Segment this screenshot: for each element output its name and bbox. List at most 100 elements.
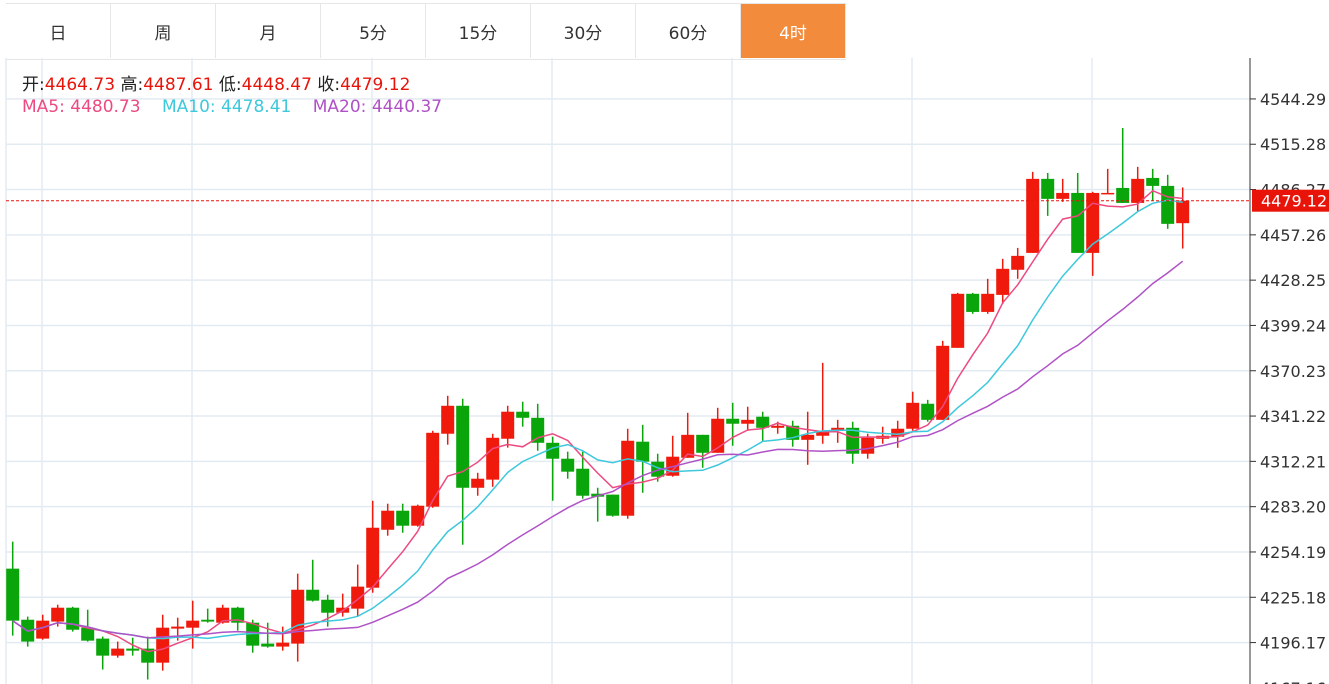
candle xyxy=(396,503,410,533)
candle-body xyxy=(156,627,170,663)
ma5-value: 4480.73 xyxy=(70,97,141,117)
candle xyxy=(1056,178,1070,202)
candle-body xyxy=(1071,192,1085,253)
y-tick-label: 4225.18 xyxy=(1260,588,1326,607)
ohlc-readout: 开:4464.73 高:4487.61 低:4448.47 收:4479.12 xyxy=(22,70,410,95)
candle xyxy=(1116,127,1130,203)
candle xyxy=(1011,247,1025,279)
candle-body xyxy=(1176,200,1190,224)
candle-body xyxy=(66,607,80,630)
candle-body xyxy=(906,402,920,429)
candle-body xyxy=(516,411,530,418)
candle-body xyxy=(561,458,575,472)
candle xyxy=(936,340,950,420)
candle xyxy=(981,278,995,314)
candle-body xyxy=(996,268,1010,295)
candle-body xyxy=(51,607,65,622)
ma-readout: MA5: 4480.73 MA10: 4478.41 MA20: 4440.37 xyxy=(22,97,442,117)
candle-body xyxy=(381,510,395,530)
candle-body xyxy=(741,419,755,424)
last-price-label: 4479.12 xyxy=(1261,192,1327,211)
candle xyxy=(531,403,545,451)
candle xyxy=(516,401,530,427)
candle-body xyxy=(186,620,200,628)
candle xyxy=(966,292,980,314)
ma20-line xyxy=(12,260,1184,639)
candle-body xyxy=(1146,177,1160,186)
candle-body xyxy=(696,434,710,453)
candle-body xyxy=(306,589,320,601)
candle xyxy=(366,500,380,593)
candle xyxy=(231,606,245,631)
candle xyxy=(1101,168,1115,195)
ma20-label: MA20: xyxy=(312,97,367,117)
candle-body xyxy=(1161,185,1175,224)
y-tick-label: 4254.19 xyxy=(1260,543,1326,562)
candle-body xyxy=(531,417,545,443)
candle xyxy=(1146,168,1160,201)
candle xyxy=(786,420,800,447)
candle-body xyxy=(1056,192,1070,199)
candle-body xyxy=(426,432,440,507)
candle xyxy=(591,487,605,522)
candle xyxy=(471,472,485,496)
candle xyxy=(621,428,635,519)
candle-body xyxy=(726,418,740,424)
candle xyxy=(606,494,620,517)
candle xyxy=(96,636,110,670)
candle xyxy=(441,395,455,445)
candle xyxy=(576,451,590,499)
candle xyxy=(1041,172,1055,216)
close-value: 4479.12 xyxy=(340,75,411,95)
y-tick-label: 4167.16 xyxy=(1260,679,1326,684)
candle-body xyxy=(261,643,275,647)
y-tick-label: 4457.26 xyxy=(1260,226,1326,245)
candle-body xyxy=(201,619,215,622)
candle-body xyxy=(486,437,500,480)
y-tick-label: 4341.22 xyxy=(1260,407,1326,426)
candle-body xyxy=(621,440,635,516)
candle-body xyxy=(636,441,650,462)
candle-body xyxy=(576,468,590,496)
candle xyxy=(561,451,575,479)
candle-body xyxy=(771,425,785,428)
candle-body xyxy=(441,405,455,434)
y-tick-label: 4312.21 xyxy=(1260,452,1326,471)
candle xyxy=(681,412,695,458)
candle xyxy=(426,430,440,508)
candle-body xyxy=(126,648,140,651)
ma5-label: MA5: xyxy=(22,97,65,117)
low-value: 4448.47 xyxy=(241,75,312,95)
candle-body xyxy=(396,510,410,526)
candle xyxy=(156,614,170,671)
high-label: 高: xyxy=(120,75,144,95)
ma20-value: 4440.37 xyxy=(371,97,443,117)
ma5-line xyxy=(12,189,1183,653)
high-value: 4487.61 xyxy=(143,75,214,95)
candle xyxy=(306,559,320,602)
candle-body xyxy=(171,626,185,629)
candle-body xyxy=(321,599,335,613)
ma10-label: MA10: xyxy=(161,97,216,117)
candle xyxy=(741,406,755,431)
candle xyxy=(501,405,515,448)
open-value: 4464.73 xyxy=(44,75,116,95)
ma10-value: 4478.41 xyxy=(221,97,292,117)
candle-body xyxy=(936,345,950,420)
y-tick-label: 4544.29 xyxy=(1260,90,1326,109)
candle-body xyxy=(6,568,20,621)
y-tick-label: 4515.28 xyxy=(1260,135,1326,154)
candle-body xyxy=(1026,178,1040,253)
candle xyxy=(846,421,860,464)
candle-body xyxy=(606,494,620,516)
candle-body xyxy=(111,648,125,656)
candle-body xyxy=(456,405,470,488)
candle xyxy=(696,434,710,468)
candle xyxy=(261,622,275,648)
candle-body xyxy=(861,437,875,454)
candle xyxy=(951,292,965,348)
candle-body xyxy=(501,411,515,439)
candle xyxy=(381,503,395,536)
candle xyxy=(66,606,80,632)
candle-body xyxy=(1011,255,1025,270)
